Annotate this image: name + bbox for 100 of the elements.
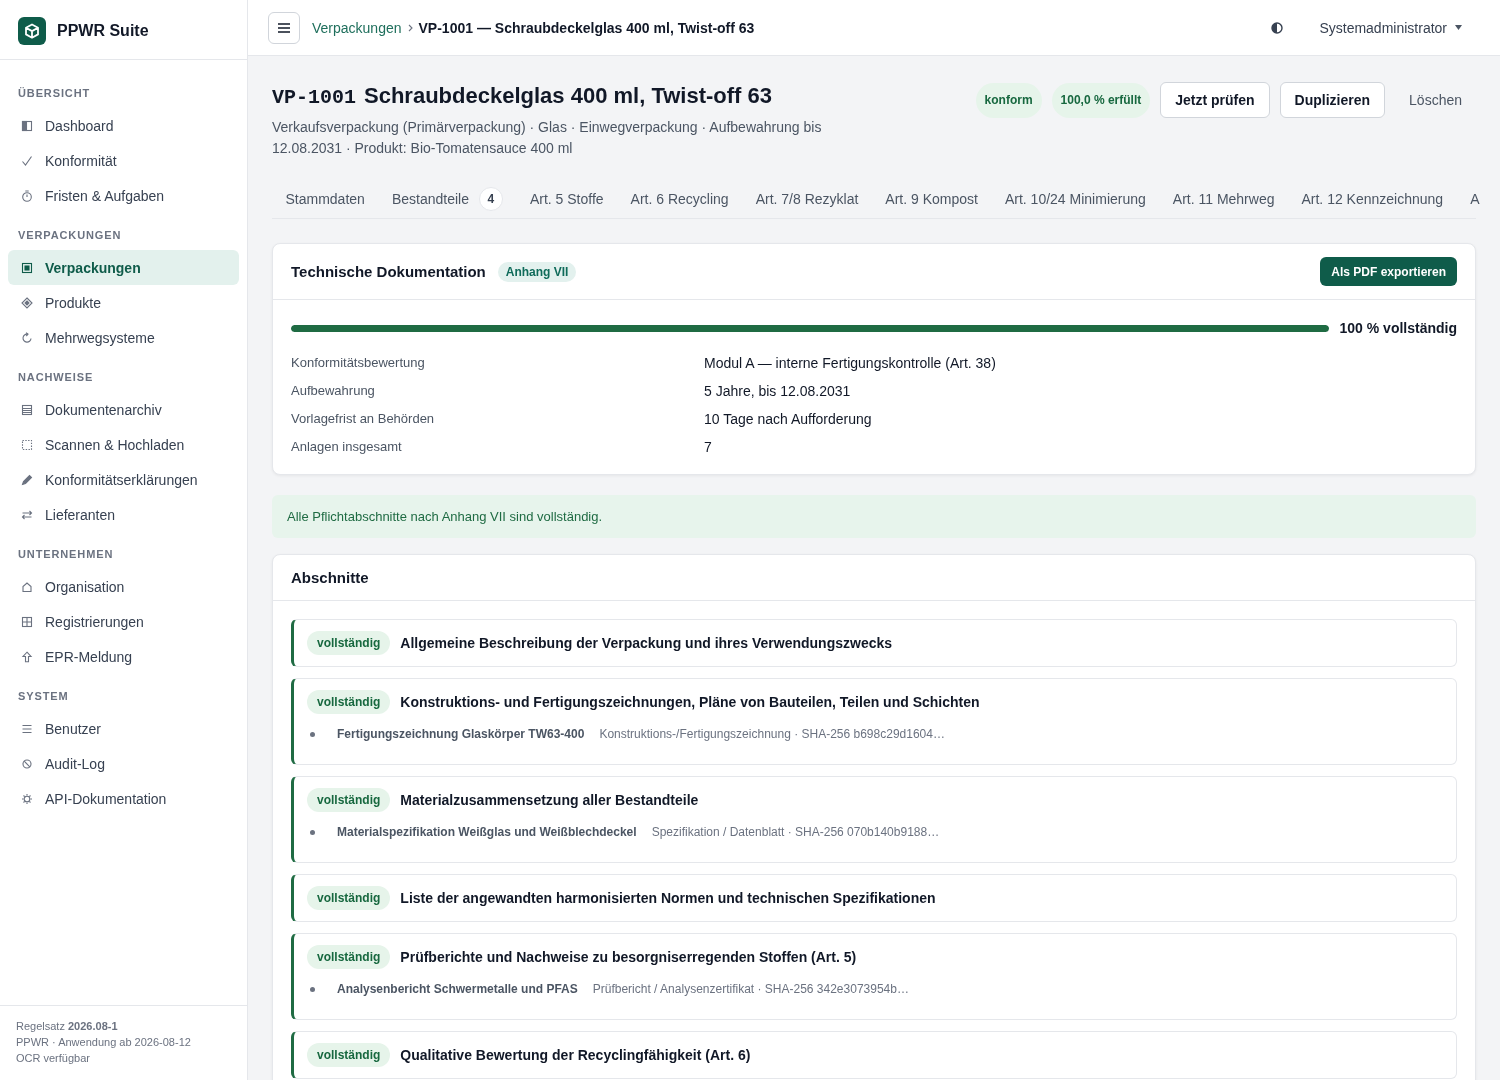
nav-item[interactable]: Registrierungen xyxy=(8,604,239,639)
section-item[interactable]: vollständig Konstruktions- und Fertigungszeichnungen, Pläne von Bauteilen, Teilen und Schichten Fertigungszeichnung Glaskörper TW63-400 Konstruktions-/Fertigungszeichnung · SHA-256 b698c29d1604… xyxy=(291,678,1457,765)
nav-section-label: VERPACKUNGEN xyxy=(17,228,123,243)
tab[interactable]: Art. 5 Stoffe xyxy=(516,182,618,218)
up-arrow-icon xyxy=(21,650,33,663)
house-icon xyxy=(21,580,33,593)
section-title: Liste der angewandten harmonisierten Normen und technischen Spezifikationen xyxy=(400,890,936,906)
export-pdf-button[interactable]: Als PDF exportieren xyxy=(1320,257,1457,286)
section-title: Qualitative Bewertung der Recyclingfähigkeit (Art. 6) xyxy=(400,1047,751,1063)
section-item[interactable]: vollständig Allgemeine Beschreibung der Verpackung und ihres Verwendungszwecks xyxy=(291,619,1457,667)
success-notice: Alle Pflichtabschnitte nach Anhang VII sind vollständig. xyxy=(272,495,1476,538)
bullet-icon xyxy=(310,731,315,737)
fact-label: Anlagen insgesamt xyxy=(291,438,402,456)
stopwatch-icon xyxy=(21,189,33,202)
framed-square-icon xyxy=(21,261,33,274)
fact-label: Vorlagefrist an Behörden xyxy=(291,410,435,428)
fact-value: 7 xyxy=(704,438,712,457)
document-name[interactable]: Fertigungszeichnung Glaskörper TW63-400 xyxy=(337,725,585,743)
pencil-icon xyxy=(21,473,33,486)
section-title: Materialzusammensetzung aller Bestandteile xyxy=(400,792,699,808)
status-badge: vollständig xyxy=(307,690,391,714)
annex-badge: Anhang VII xyxy=(497,261,577,282)
document-name[interactable]: Analysenbericht Schwermetalle und PFAS xyxy=(337,980,578,998)
nav-item[interactable]: Dashboard xyxy=(8,108,239,143)
delete-button[interactable]: Löschen xyxy=(1395,82,1476,118)
nav-section-label: SYSTEM xyxy=(17,689,70,704)
status-badge: vollständig xyxy=(307,886,391,910)
chevron-right-icon xyxy=(407,23,413,32)
caret-icon xyxy=(1455,25,1462,30)
tab[interactable]: Art. 9 Kompost xyxy=(871,182,992,218)
nav-item[interactable]: Benutzer xyxy=(8,711,239,746)
page-subtitle: Verkaufsverpackung (Primärverpackung) · Glas · Einwegverpackung · Aufbewahrung bis 12.08.2031 · Produkt: Bio-Tomatensauce 400 ml xyxy=(272,118,823,158)
nav-item[interactable]: Dokumentenarchiv xyxy=(8,392,239,427)
nav-item[interactable]: Konformität xyxy=(8,143,239,178)
card-title: Technische Dokumentation xyxy=(291,262,486,281)
tab[interactable]: Art. 7/8 Rezyklat xyxy=(742,182,872,218)
nav-section-label: UNTERNEHMEN xyxy=(17,547,115,562)
three-lines-icon xyxy=(21,722,33,735)
page-title: Schraubdeckelglas 400 ml, Twist-off 63 xyxy=(364,82,772,110)
duplicate-button[interactable]: Duplizieren xyxy=(1279,82,1386,118)
user-menu-button[interactable]: Systemadministrator xyxy=(1319,19,1462,36)
status-badge: 100,0 % erfüllt xyxy=(1051,82,1151,118)
check-icon xyxy=(21,154,33,167)
card-title: Abschnitte xyxy=(291,568,369,587)
bullet-icon xyxy=(310,986,315,992)
list-box-icon xyxy=(21,403,33,416)
nav-item[interactable]: Mehrwegsysteme xyxy=(8,320,239,355)
menu-button[interactable] xyxy=(268,11,300,44)
contrast-icon[interactable] xyxy=(1271,21,1284,34)
status-badge: vollständig xyxy=(307,945,391,969)
status-badge: vollständig xyxy=(307,1043,391,1067)
nav-item[interactable]: Organisation xyxy=(8,569,239,604)
footer-text: Regelsatz 2026.08-1 xyxy=(16,1019,118,1034)
document-name[interactable]: Materialspezifikation Weißglas und Weißblechdeckel xyxy=(337,823,637,841)
progress-reading: 100 % vollständig xyxy=(1339,320,1457,336)
fact-value: Modul A — interne Fertigungskontrolle (Art. 38) xyxy=(704,354,996,373)
grid-icon xyxy=(21,615,33,628)
nav-item[interactable]: Verpackungen xyxy=(8,250,239,285)
nav-section-label: NACHWEISE xyxy=(17,370,95,385)
nav-item[interactable]: Fristen & Aufgaben xyxy=(8,178,239,213)
document-meta: Prüfbericht / Analysenzertifikat · SHA-256 342e3073954b… xyxy=(592,981,909,998)
swap-arrows-icon xyxy=(21,508,33,521)
section-item[interactable]: vollständig Qualitative Bewertung der Recyclingfähigkeit (Art. 6) xyxy=(291,1031,1457,1079)
nav-item[interactable]: EPR-Meldung xyxy=(8,639,239,674)
nav-item[interactable]: Konformitätserklärungen xyxy=(8,462,239,497)
tab[interactable]: Art. 6 Recycling xyxy=(617,182,743,218)
tab[interactable]: Art. 11 Mehrweg xyxy=(1159,182,1288,218)
nav-item[interactable]: API-Dokumentation xyxy=(8,781,239,816)
nav-item[interactable]: Scannen & Hochladen xyxy=(8,427,239,462)
tab[interactable]: Bestandteile 4 xyxy=(378,182,517,218)
slashed-circle-icon xyxy=(21,757,33,770)
dashed-square-icon xyxy=(21,438,33,451)
gear-icon xyxy=(21,792,33,805)
tab[interactable]: Art. 12 Kennzeichnung xyxy=(1287,182,1457,218)
tab[interactable]: Art. 10/24 Minimierung xyxy=(991,182,1160,218)
cube-logo-icon xyxy=(18,16,46,45)
fact-value: 5 Jahre, bis 12.08.2031 xyxy=(704,382,851,401)
status-badge: vollständig xyxy=(307,788,391,812)
section-title: Konstruktions- und Fertigungszeichnungen, Pläne von Bauteilen, Teilen und Schichten xyxy=(400,694,980,710)
section-item[interactable]: vollständig Prüfberichte und Nachweise zu besorgniserregenden Stoffen (Art. 5) Analysenbericht Schwermetalle und PFAS Prüfbericht / Analysenzertifikat · SHA-256 342e3073954b… xyxy=(291,933,1457,1020)
half-filled-square-icon xyxy=(21,119,33,132)
nav-item[interactable]: Lieferanten xyxy=(8,497,239,532)
status-badge: konform xyxy=(975,82,1042,118)
footer-text: OCR verfügbar xyxy=(16,1051,90,1066)
circular-arrow-icon xyxy=(21,331,33,344)
section-item[interactable]: vollständig Liste der angewandten harmonisierten Normen und technischen Spezifikationen xyxy=(291,874,1457,922)
section-title: Allgemeine Beschreibung der Verpackung und ihres Verwendungszwecks xyxy=(400,635,893,651)
check-now-button[interactable]: Jetzt prüfen xyxy=(1160,82,1270,118)
nav-item[interactable]: Produkte xyxy=(8,285,239,320)
menu-icon xyxy=(278,22,290,33)
section-item[interactable]: vollständig Materialzusammensetzung aller Bestandteile Materialspezifikation Weißglas und Weißblechdeckel Spezifikation / Datenblatt · SHA-256 070b140b9188… xyxy=(291,776,1457,863)
tab[interactable]: A xyxy=(1456,182,1493,218)
document-meta: Konstruktions-/Fertigungszeichnung · SHA-256 b698c29d1604… xyxy=(599,726,945,743)
status-badge: vollständig xyxy=(307,631,391,655)
nav-item[interactable]: Audit-Log xyxy=(8,746,239,781)
breadcrumb-link[interactable]: Verpackungen xyxy=(312,19,402,36)
footer-text: PPWR · Anwendung ab 2026-08-12 xyxy=(16,1035,191,1050)
brand-name: PPWR Suite xyxy=(57,21,149,40)
fact-value: 10 Tage nach Aufforderung xyxy=(704,410,872,429)
tab[interactable]: Stammdaten xyxy=(272,182,379,218)
